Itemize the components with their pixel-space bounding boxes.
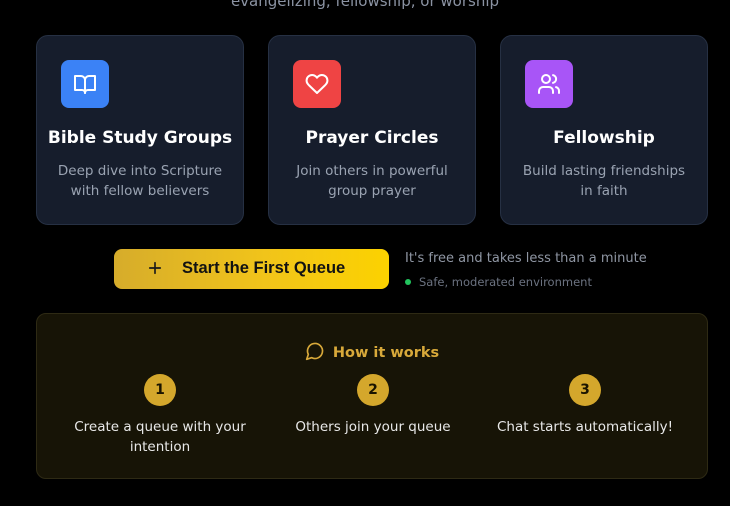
step-item: 3 Chat starts automatically! — [485, 374, 685, 437]
status-dot-icon — [405, 279, 411, 285]
card-description: Deep dive into Scripture with fellow bel… — [57, 163, 223, 199]
safe-text: Safe, moderated environment — [419, 275, 592, 289]
step-text: Chat starts automatically! — [496, 419, 674, 435]
step-text: Create a queue with your intention — [74, 419, 246, 455]
how-it-works-header: How it works — [37, 341, 707, 365]
start-first-queue-button[interactable]: Start the First Queue — [114, 249, 389, 289]
heart-icon — [293, 60, 341, 108]
step-number: 3 — [569, 374, 601, 406]
card-description: Build lasting friendships in faith — [522, 163, 686, 199]
step-number: 2 — [357, 374, 389, 406]
users-icon — [525, 60, 573, 108]
how-it-works-panel: How it works 1 Create a queue with your … — [36, 313, 708, 479]
step-text: Others join your queue — [295, 419, 451, 435]
safe-indicator: Safe, moderated environment — [405, 275, 592, 289]
step-number: 1 — [144, 374, 176, 406]
bible-study-card[interactable]: Bible Study Groups Deep dive into Script… — [36, 35, 244, 225]
step-item: 1 Create a queue with your intention — [60, 374, 260, 457]
book-icon — [61, 60, 109, 108]
plus-icon — [146, 259, 164, 280]
cta-note: It's free and takes less than a minute — [405, 251, 647, 266]
cta-label: Start the First Queue — [182, 259, 346, 277]
message-circle-icon — [305, 341, 325, 365]
step-item: 2 Others join your queue — [273, 374, 473, 437]
prayer-circles-card[interactable]: Prayer Circles Join others in powerful g… — [268, 35, 476, 225]
card-title: Fellowship — [553, 128, 655, 148]
fellowship-card[interactable]: Fellowship Build lasting friendships in … — [500, 35, 708, 225]
page-subtitle: evangelizing, fellowship, or worship — [230, 0, 500, 10]
how-it-works-title: How it works — [332, 345, 440, 361]
card-description: Join others in powerful group prayer — [296, 163, 448, 199]
card-title: Bible Study Groups — [47, 128, 233, 148]
card-title: Prayer Circles — [305, 128, 439, 148]
